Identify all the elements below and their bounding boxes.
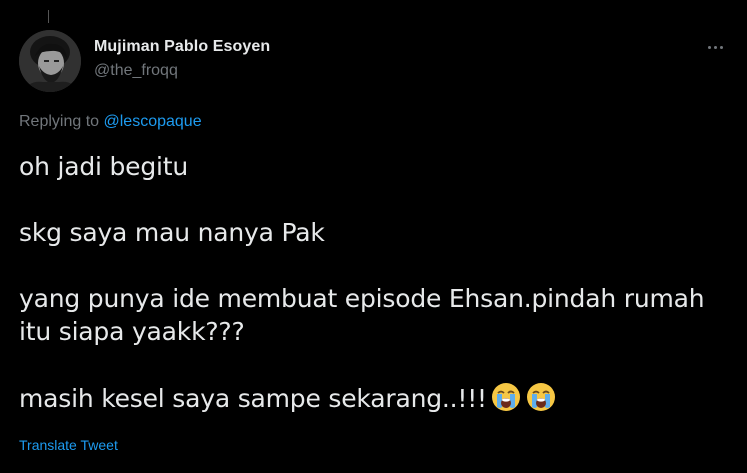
- tweet-paragraph: yang punya ide membuat episode Ehsan.pin…: [19, 284, 705, 313]
- more-options-icon-dot: [713, 45, 717, 49]
- more-options-button[interactable]: [700, 36, 730, 58]
- replying-to-prefix: Replying to: [19, 113, 100, 130]
- loudly-crying-face-icon: [525, 381, 557, 413]
- thread-connector-line: [48, 10, 49, 23]
- tweet-paragraph: itu siapa yaakk???: [19, 317, 245, 346]
- tweet-paragraph-last: masih kesel saya sampe sekarang..!!!: [19, 381, 734, 415]
- tweet-card: Mujiman Pablo Esoyen @the_froqq Replying…: [0, 0, 747, 473]
- tweet-text: oh jadi begitu skg saya mau nanya Pak ya…: [19, 150, 734, 415]
- tweet-paragraph: masih kesel saya sampe sekarang..!!!: [19, 384, 487, 413]
- tweet-paragraph: oh jadi begitu: [19, 152, 189, 181]
- author-display-name[interactable]: Mujiman Pablo Esoyen: [94, 38, 270, 56]
- more-options-icon: [707, 45, 711, 49]
- translate-tweet-link[interactable]: Translate Tweet: [19, 437, 118, 453]
- avatar[interactable]: [19, 30, 81, 92]
- loudly-crying-face-icon: [490, 381, 522, 413]
- replying-to-line: Replying to @lescopaque: [19, 113, 202, 131]
- tweet-paragraph: skg saya mau nanya Pak: [19, 218, 325, 247]
- more-options-icon-dot: [719, 45, 723, 49]
- author-handle[interactable]: @the_froqq: [94, 62, 178, 80]
- user-avatar-photo-icon: [19, 30, 81, 92]
- replying-to-mention-link[interactable]: @lescopaque: [104, 113, 202, 130]
